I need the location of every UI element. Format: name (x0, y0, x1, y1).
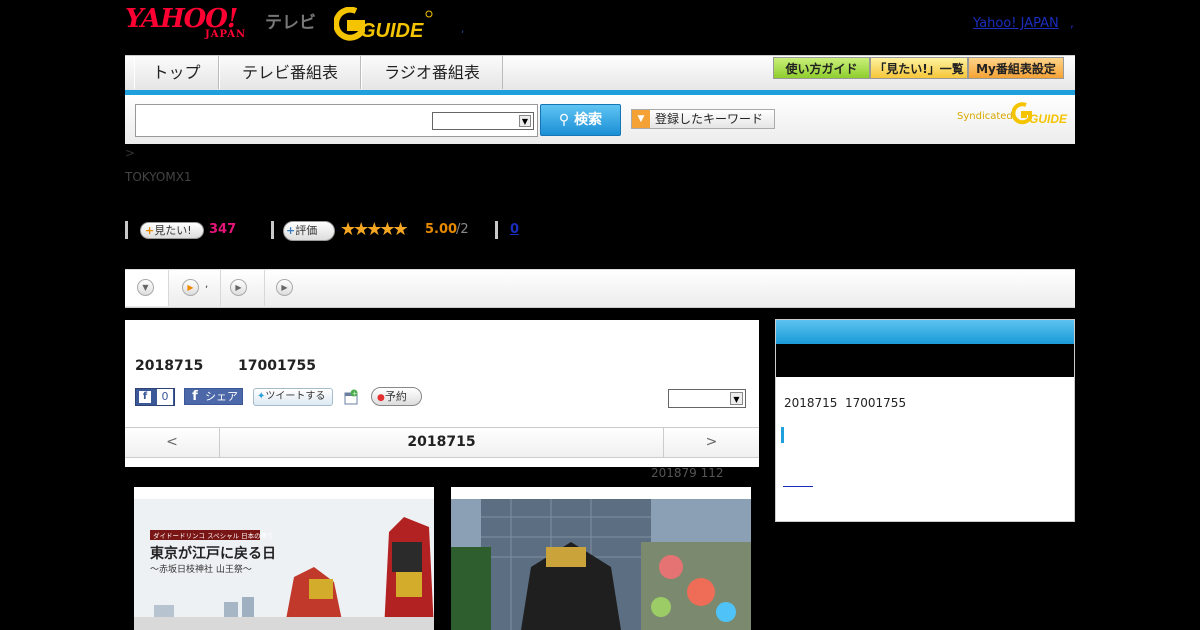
syndicated-gguide-logo: GUIDE (1011, 102, 1068, 126)
tab-details[interactable]: ▼ (125, 270, 169, 306)
search-button-label: 検索 (574, 112, 603, 128)
gguide-logo-graphic: GUIDE (333, 6, 433, 42)
tab-fourth[interactable]: ▶ (265, 270, 309, 306)
thumb1-caption: ダイドードリンコ スペシャル 日本の祭り (153, 531, 274, 540)
search-icon: ⚲ (558, 112, 570, 128)
rating-count: /2 (456, 222, 469, 237)
broadcast-date: 2018715 (135, 358, 204, 374)
plus-icon: + (286, 224, 296, 237)
broadcast-time: 17001755 (238, 358, 316, 374)
page: YAHOO! JAPAN テレビ GUIDE , Yahoo! JAPAN , … (0, 0, 1200, 630)
program-image-1[interactable]: ダイドードリンコ スペシャル 日本の祭り 東京が江戸に戻る日 ～赤坂日枝神社 山… (134, 487, 434, 630)
divider (271, 221, 274, 239)
mitai-button-label: 見たい! (154, 224, 192, 237)
rating-score: 5.00 (425, 222, 458, 237)
side-broadcast-date: 2018715 (784, 396, 838, 410)
mitai-count: 347 (209, 222, 237, 237)
syndicated-label: Syndicated (957, 111, 1013, 122)
facebook-like-count: 0 (157, 389, 173, 405)
star-rating-icons: ★★★★★ (340, 219, 409, 240)
record-dot-icon: ● (377, 393, 385, 403)
chevron-down-icon: ▼ (730, 392, 743, 405)
search-button[interactable]: ⚲ 検索 (540, 104, 621, 136)
rating-button-label: 評価 (295, 224, 318, 237)
facebook-share-button[interactable]: f シェア (184, 388, 243, 405)
yahoo-japan-link[interactable]: Yahoo! JAPAN (973, 16, 1059, 31)
mitai-button[interactable]: +見たい! (140, 222, 204, 239)
side-broadcast-time: 17001755 (845, 396, 907, 410)
svg-text:+: + (352, 390, 357, 397)
tab-radio-schedule[interactable]: ラジオ番組表 (361, 56, 503, 89)
side-panel-header (776, 320, 1074, 344)
japan-logo-text: JAPAN (205, 29, 247, 40)
side-link[interactable] (783, 477, 813, 487)
gguide-logo-text: GUIDE (360, 20, 424, 41)
side-panel-title-area (776, 344, 1074, 377)
tab-second-label: , (205, 279, 209, 290)
yahoo-japan-logo[interactable]: YAHOO! JAPAN (125, 6, 260, 42)
play-icon: ▶ (182, 279, 199, 296)
detail-select[interactable]: ▼ (668, 389, 746, 408)
gguide-logo[interactable]: GUIDE (333, 6, 434, 42)
syndicated-logo-text: GUIDE (1029, 112, 1068, 126)
record-reservation-button[interactable]: ●予約 (371, 387, 422, 406)
add-calendar-icon[interactable]: + (343, 389, 359, 405)
search-category-select[interactable]: ▼ (432, 112, 534, 130)
header-trailing-link[interactable]: , (1070, 16, 1074, 30)
current-date-label: 2018715 (407, 434, 476, 450)
chevron-down-icon: ▼ (519, 115, 531, 127)
facebook-like-button[interactable]: f0 (135, 388, 175, 406)
program-image-2[interactable] (451, 487, 751, 630)
keywords-button-label: 登録したキーワード (655, 112, 764, 126)
plus-icon: + (145, 224, 155, 237)
thumb1-subtitle: ～赤坂日枝神社 山王祭～ (150, 563, 252, 575)
facebook-share-label: シェア (205, 390, 238, 403)
comment-count-link[interactable]: 0 (510, 222, 519, 237)
facebook-icon: f (192, 389, 198, 404)
tab-second[interactable]: ▶ (169, 270, 221, 306)
facebook-icon: f (139, 391, 151, 403)
play-icon: ▶ (276, 279, 293, 296)
thumb1-title: 東京が江戸に戻る日 (150, 545, 276, 562)
tv-label: テレビ (265, 13, 316, 33)
channel-name: TOKYOMX1 (125, 170, 192, 184)
play-icon: ▶ (230, 279, 247, 296)
header-dot-link[interactable]: , (461, 24, 464, 35)
next-date-button[interactable]: > (663, 428, 759, 457)
update-timestamp: 201879 112 (651, 466, 724, 480)
registered-keywords-button[interactable]: ▼ 登録したキーワード (631, 109, 775, 129)
breadcrumb[interactable]: > (125, 146, 135, 160)
guide-button[interactable]: 使い方ガイド (773, 57, 870, 79)
my-schedule-settings-button[interactable]: My番組表設定 (968, 57, 1064, 79)
side-accent-bar (781, 427, 784, 443)
tab-tv-schedule[interactable]: テレビ番組表 (219, 56, 361, 89)
tweet-button[interactable]: ✦ツイートする (253, 388, 333, 406)
reservation-label: 予約 (384, 390, 407, 403)
tab-top[interactable]: トップ (134, 56, 219, 89)
previous-date-button[interactable]: < (125, 428, 220, 457)
play-down-icon: ▼ (137, 279, 154, 296)
divider (125, 221, 128, 239)
divider (495, 221, 498, 239)
mitai-list-button[interactable]: 「見たい!」一覧 (870, 57, 968, 79)
triangle-down-icon: ▼ (632, 110, 650, 128)
tweet-label: ツイートする (265, 391, 326, 402)
rating-button[interactable]: +評価 (283, 221, 335, 241)
tab-third[interactable]: ▶ (221, 270, 265, 306)
